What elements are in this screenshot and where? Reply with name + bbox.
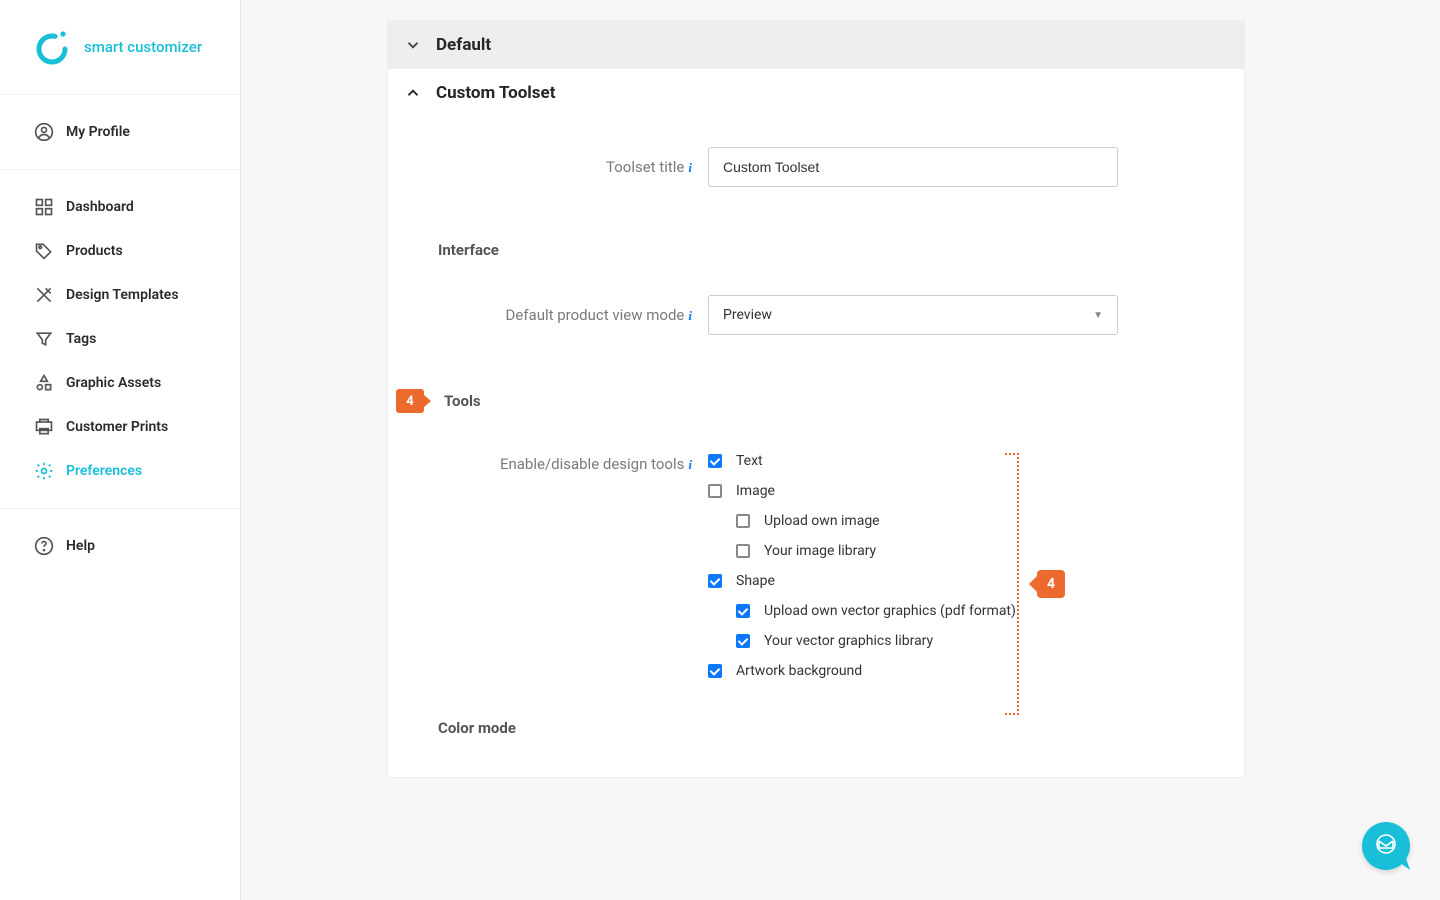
- select-value: Preview: [723, 307, 772, 323]
- chevron-down-icon: [404, 36, 422, 54]
- gear-icon: [34, 461, 54, 481]
- sidebar-item-label: Dashboard: [66, 199, 134, 215]
- tools-heading: Tools: [444, 392, 481, 410]
- settings-panel: Default Custom Toolset Toolset titlei In…: [387, 20, 1245, 778]
- default-view-mode-label: Default product view modei: [438, 306, 708, 324]
- main-content: Default Custom Toolset Toolset titlei In…: [241, 0, 1440, 900]
- enable-tools-label: Enable/disable design toolsi: [438, 453, 708, 679]
- sidebar-item-label: Tags: [66, 331, 96, 347]
- brand-logo[interactable]: smart customizer: [0, 0, 240, 95]
- tool-option-image-upload[interactable]: Upload own image: [736, 513, 1016, 529]
- option-label: Your vector graphics library: [764, 633, 933, 649]
- color-mode-heading: Color mode: [438, 719, 1194, 737]
- option-label: Shape: [736, 573, 775, 589]
- sidebar-item-label: Preferences: [66, 463, 142, 479]
- info-icon[interactable]: i: [688, 457, 692, 472]
- default-view-mode-select[interactable]: Preview ▼: [708, 295, 1118, 335]
- sidebar-item-help[interactable]: Help: [0, 524, 240, 568]
- checkbox[interactable]: [708, 454, 722, 468]
- sidebar-item-products[interactable]: Products: [0, 229, 240, 273]
- tool-option-shape[interactable]: Shape: [708, 573, 1016, 589]
- sidebar-item-label: Design Templates: [66, 287, 179, 303]
- user-circle-icon: [34, 122, 54, 142]
- tool-option-artwork-background[interactable]: Artwork background: [708, 663, 1016, 679]
- option-label: Your image library: [764, 543, 876, 559]
- filter-icon: [34, 329, 54, 349]
- sidebar-item-graphic-assets[interactable]: Graphic Assets: [0, 361, 240, 405]
- caret-down-icon: ▼: [1093, 310, 1103, 321]
- step-marker-bracket: 4: [1037, 570, 1065, 598]
- section-custom-toolset-body: Toolset titlei Interface Default product…: [388, 117, 1244, 777]
- sidebar-item-customer-prints[interactable]: Customer Prints: [0, 405, 240, 449]
- sidebar-item-label: Customer Prints: [66, 419, 168, 435]
- sidebar-item-preferences[interactable]: Preferences: [0, 449, 240, 493]
- shapes-icon: [34, 373, 54, 393]
- brand-name: smart customizer: [84, 38, 202, 56]
- info-icon[interactable]: i: [688, 160, 692, 175]
- sidebar-item-label: My Profile: [66, 124, 130, 140]
- checkbox[interactable]: [736, 634, 750, 648]
- checkbox[interactable]: [708, 484, 722, 498]
- option-label: Artwork background: [736, 663, 862, 679]
- toolset-title-input[interactable]: [708, 147, 1118, 187]
- checkbox[interactable]: [736, 544, 750, 558]
- section-title: Default: [436, 35, 491, 55]
- sidebar-item-label: Products: [66, 243, 123, 259]
- tool-option-shape-library[interactable]: Your vector graphics library: [736, 633, 1016, 649]
- sidebar-item-tags[interactable]: Tags: [0, 317, 240, 361]
- tool-option-shape-upload[interactable]: Upload own vector graphics (pdf format): [736, 603, 1016, 619]
- tag-icon: [34, 241, 54, 261]
- dashboard-icon: [34, 197, 54, 217]
- tool-option-image-library[interactable]: Your image library: [736, 543, 1016, 559]
- sidebar: smart customizer My Profile Dashboard: [0, 0, 241, 900]
- sidebar-item-label: Help: [66, 538, 95, 554]
- mail-icon: [1374, 832, 1398, 860]
- section-default-header[interactable]: Default: [388, 21, 1244, 69]
- info-icon[interactable]: i: [688, 308, 692, 323]
- design-tools-icon: [34, 285, 54, 305]
- help-circle-icon: [34, 536, 54, 556]
- toolset-title-label: Toolset titlei: [438, 158, 708, 176]
- print-icon: [34, 417, 54, 437]
- sidebar-item-label: Graphic Assets: [66, 375, 161, 391]
- section-title: Custom Toolset: [436, 83, 555, 103]
- chat-fab[interactable]: [1362, 822, 1410, 870]
- checkbox[interactable]: [736, 604, 750, 618]
- step-marker-tools: 4: [396, 389, 424, 413]
- option-label: Upload own image: [764, 513, 880, 529]
- checkbox[interactable]: [708, 574, 722, 588]
- checkbox[interactable]: [708, 664, 722, 678]
- sidebar-item-my-profile[interactable]: My Profile: [0, 110, 240, 154]
- option-label: Upload own vector graphics (pdf format): [764, 603, 1016, 619]
- chevron-up-icon: [404, 84, 422, 102]
- sidebar-item-dashboard[interactable]: Dashboard: [0, 185, 240, 229]
- tool-option-text[interactable]: Text: [708, 453, 1016, 469]
- brand-mark-icon: [34, 29, 70, 65]
- tools-options: Text Image Upload own image Your im: [708, 453, 1016, 679]
- interface-heading: Interface: [438, 241, 1194, 259]
- option-label: Text: [736, 453, 763, 469]
- sidebar-item-design-templates[interactable]: Design Templates: [0, 273, 240, 317]
- tool-option-image[interactable]: Image: [708, 483, 1016, 499]
- option-label: Image: [736, 483, 775, 499]
- section-custom-toolset-header[interactable]: Custom Toolset: [388, 69, 1244, 117]
- checkbox[interactable]: [736, 514, 750, 528]
